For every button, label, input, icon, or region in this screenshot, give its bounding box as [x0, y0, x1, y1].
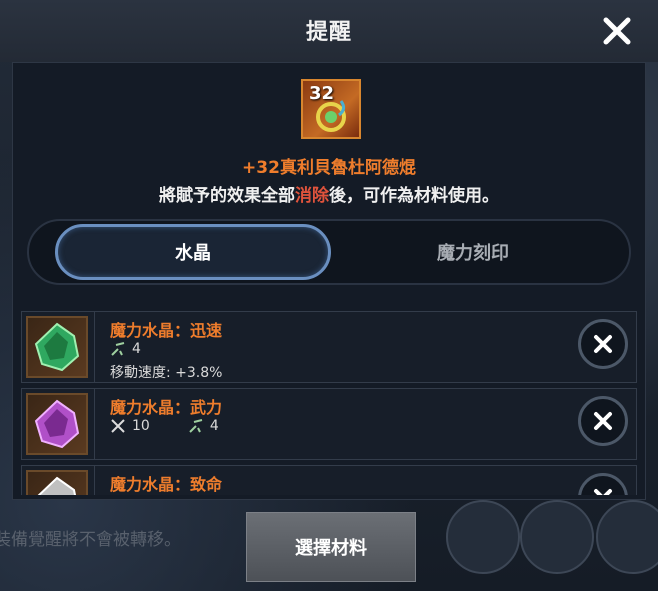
notice-prefix: 將賦予的效果全部 [159, 186, 295, 206]
material-stats: 10 4 [110, 418, 257, 434]
close-icon[interactable] [602, 16, 632, 46]
remove-button[interactable] [578, 319, 628, 369]
crystal-icon [26, 470, 88, 495]
remove-button[interactable] [578, 396, 628, 446]
dialog-header: 提醒 [0, 0, 658, 62]
tab-bar: 水晶 魔力刻印 [27, 219, 631, 285]
notice-suffix: 後，可作為材料使用。 [329, 186, 499, 206]
speed-icon [111, 342, 125, 356]
list-item[interactable]: 魔力水晶：致命 [21, 465, 637, 495]
list-item[interactable]: 魔力水晶：武力 10 4 [21, 388, 637, 460]
row-divider [94, 466, 95, 495]
list-item[interactable]: 魔力水晶：迅速 4 移動速度: +3.8% [21, 311, 637, 383]
remove-icon [594, 412, 612, 430]
background-slot-2 [520, 500, 594, 574]
row-divider [94, 389, 95, 459]
stat-value: 4 [132, 341, 141, 357]
crystal-icon [26, 393, 88, 455]
material-stats: 4 [110, 341, 179, 357]
remove-button[interactable] [578, 473, 628, 495]
equipment-icon: 32 [301, 79, 361, 139]
notice-highlight: 消除 [295, 186, 329, 206]
sword-icon [111, 419, 125, 433]
crystal-icon [26, 316, 88, 378]
dialog-title: 提醒 [305, 20, 352, 45]
speed-icon [189, 419, 203, 433]
stat-value: 4 [209, 418, 219, 434]
material-name: 魔力水晶：致命 [110, 475, 223, 494]
stat-value: 10 [132, 418, 150, 434]
material-notice: 將賦予的效果全部消除後，可作為材料使用。 [13, 181, 645, 206]
material-name: 魔力水晶：武力 [110, 398, 223, 417]
background-slot-1 [446, 500, 520, 574]
background-notice-text: 裝備覺醒將不會被轉移。 [0, 530, 181, 550]
equipment-name: +32真利貝魯杜阿德焜 [242, 158, 416, 178]
dialog-panel: 32 +32真利貝魯杜阿德焜 將賦予的效果全部消除後，可作為材料使用。 水晶 魔… [12, 62, 646, 500]
row-divider [94, 312, 95, 382]
material-extra-stat: 移動速度: +3.8% [110, 365, 223, 381]
equipment-emblem-icon [316, 100, 346, 132]
material-list: 魔力水晶：迅速 4 移動速度: +3.8% 魔力水晶：武力 10 4 魔力水晶：… [21, 311, 637, 495]
tab-crystal[interactable]: 水晶 [55, 224, 331, 280]
tab-magic-engraving[interactable]: 魔力刻印 [335, 224, 611, 280]
material-name: 魔力水晶：迅速 [110, 321, 223, 340]
remove-icon [594, 335, 612, 353]
select-material-button[interactable]: 選擇材料 [246, 512, 416, 582]
remove-icon [594, 489, 612, 495]
